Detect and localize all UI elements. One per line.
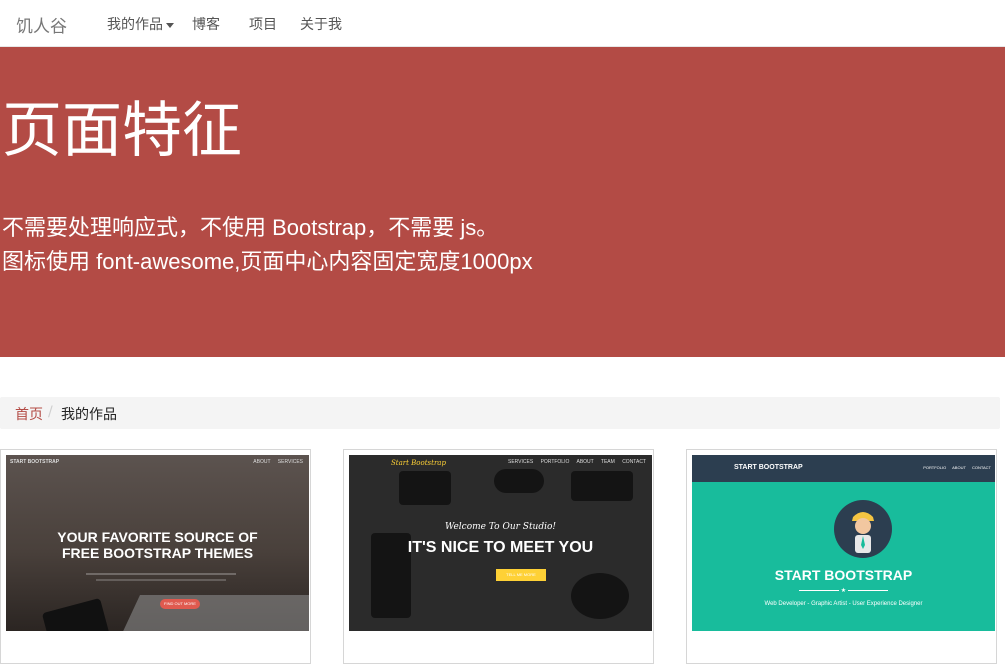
notebook-image — [571, 471, 633, 501]
nav-item-blog[interactable]: 博客 — [192, 14, 220, 34]
thumbnail-brand: START BOOTSTRAP — [734, 464, 803, 471]
card-thumbnail-creative: START BOOTSTRAP ABOUT SERVICES YOUR FAVO… — [6, 455, 309, 631]
breadcrumb-home-link[interactable]: 首页 — [15, 404, 43, 424]
portfolio-card-2[interactable]: Start Bootstrap SERVICES PORTFOLIO ABOUT… — [343, 449, 654, 664]
thumbnail-heading-line-2: FREE BOOTSTRAP THEMES — [61, 545, 254, 561]
thumbnail-heading-line-1: YOUR FAVORITE SOURCE OF — [57, 529, 258, 545]
navbar-brand[interactable]: 饥人谷 — [16, 12, 67, 37]
thumbnail-brand: START BOOTSTRAP — [10, 459, 60, 465]
laptop-image — [112, 595, 309, 631]
star-divider-icon: ★ — [692, 587, 995, 594]
portfolio-card-3[interactable]: START BOOTSTRAP PORTFOLIO ABOUT CONTACT … — [686, 449, 997, 664]
bowtie-image — [494, 469, 544, 493]
wallet-image — [399, 471, 451, 505]
thumbnail-links: SERVICES PORTFOLIO ABOUT TEAM CONTACT — [507, 459, 646, 465]
card-thumbnail-agency: Start Bootstrap SERVICES PORTFOLIO ABOUT… — [349, 455, 652, 631]
avatar — [834, 500, 892, 558]
nav-item-about[interactable]: 关于我 — [300, 14, 342, 34]
thumbnail-subtitle: Web Developer - Graphic Artist - User Ex… — [764, 601, 923, 607]
portfolio-card-1[interactable]: START BOOTSTRAP ABOUT SERVICES YOUR FAVO… — [0, 449, 311, 664]
hero-text-line-1: 不需要处理响应式，不使用 Bootstrap，不需要 js。 — [2, 215, 499, 240]
thumbnail-button: TELL ME MORE — [496, 569, 546, 581]
hero-title: 页面特征 — [2, 96, 242, 166]
breadcrumb-current: 我的作品 — [61, 407, 117, 423]
nav-item-projects[interactable]: 项目 — [249, 14, 277, 34]
thumbnail-heading: START BOOTSTRAP — [774, 567, 913, 583]
nav-item-label: 我的作品 — [107, 17, 163, 33]
breadcrumb-separator: / — [48, 404, 53, 420]
nav-item-my-works[interactable]: 我的作品 — [107, 14, 174, 34]
phone-image — [41, 597, 111, 631]
thumbnail-subtext — [86, 573, 236, 575]
thumbnail-button: FIND OUT MORE — [160, 599, 200, 609]
headphones-image — [571, 573, 629, 619]
card-thumbnail-freelancer: START BOOTSTRAP PORTFOLIO ABOUT CONTACT … — [692, 455, 995, 631]
thumbnail-welcome: Welcome To Our Studio! — [444, 522, 557, 532]
thumbnail-links: PORTFOLIO ABOUT CONTACT — [923, 465, 991, 470]
avatar-icon — [852, 512, 874, 553]
thumbnail-brand: Start Bootstrap — [391, 459, 446, 467]
breadcrumb: 首页 / 我的作品 — [0, 397, 1000, 429]
thumbnail-nav: Start Bootstrap SERVICES PORTFOLIO ABOUT… — [349, 455, 652, 469]
thumbnail-links: ABOUT SERVICES — [253, 459, 303, 465]
caret-down-icon — [166, 22, 174, 28]
hero-banner: 页面特征 不需要处理响应式，不使用 Bootstrap，不需要 js。 图标使用… — [0, 47, 1005, 357]
hero-text-line-2: 图标使用 font-awesome,页面中心内容固定宽度1000px — [2, 249, 533, 274]
thumbnail-nav: START BOOTSTRAP ABOUT SERVICES — [6, 455, 309, 469]
top-navbar: 饥人谷 我的作品 博客 项目 关于我 — [0, 0, 1005, 47]
thumbnail-nav: START BOOTSTRAP PORTFOLIO ABOUT CONTACT — [692, 455, 995, 482]
thumbnail-heading: IT'S NICE TO MEET YOU — [407, 539, 594, 556]
thumbnail-subtext — [96, 579, 226, 581]
